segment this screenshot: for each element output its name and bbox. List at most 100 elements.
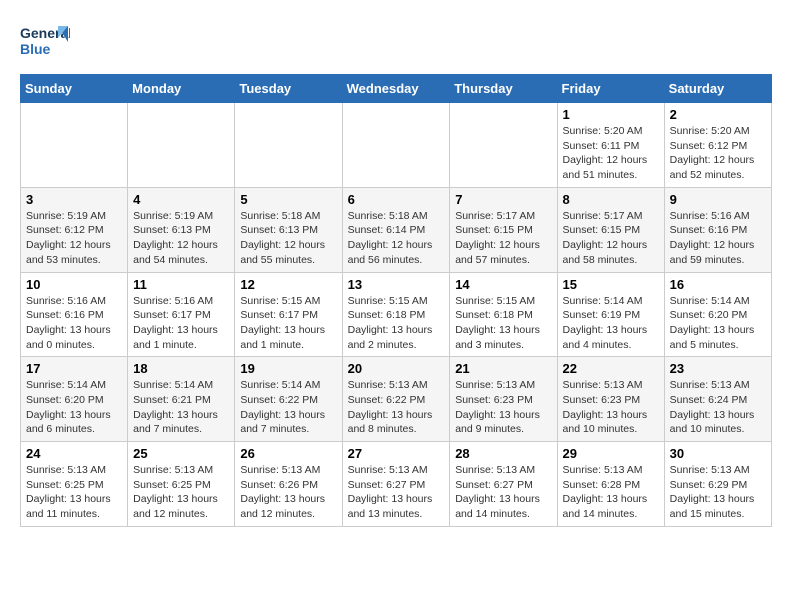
- day-info: Sunrise: 5:15 AM Sunset: 6:17 PM Dayligh…: [240, 294, 336, 353]
- calendar-cell: 5Sunrise: 5:18 AM Sunset: 6:13 PM Daylig…: [235, 187, 342, 272]
- day-number: 2: [670, 107, 766, 122]
- calendar-week-row: 17 Sunrise: 5:14 AM Sunset: 6:20 PM Dayli…: [21, 357, 772, 442]
- weekday-header: Wednesday: [342, 75, 450, 103]
- day-info: Sunrise: 5:14 AM Sunset: 6:20 PM Dayligh…: [26, 378, 122, 437]
- day-number: 23: [670, 361, 766, 376]
- calendar-cell: 23 Sunrise: 5:13 AM Sunset: 6:24 PM Dayli…: [664, 357, 771, 442]
- day-number: 18: [133, 361, 229, 376]
- calendar-week-row: 1 Sunrise: 5:20 AM Sunset: 6:11 PM Daylig…: [21, 103, 772, 188]
- day-number: 9: [670, 192, 766, 207]
- day-number: 20: [348, 361, 445, 376]
- day-number: 16: [670, 277, 766, 292]
- calendar-cell: 6 Sunrise: 5:18 AM Sunset: 6:14 PM Daylig…: [342, 187, 450, 272]
- calendar: SundayMondayTuesdayWednesdayThursdayFrid…: [20, 74, 772, 527]
- calendar-cell: 19 Sunrise: 5:14 AM Sunset: 6:22 PM Dayli…: [235, 357, 342, 442]
- day-number: 8: [563, 192, 659, 207]
- calendar-cell: 27 Sunrise: 5:13 AM Sunset: 6:27 PM Dayli…: [342, 442, 450, 527]
- day-info: Sunrise: 5:17 AM Sunset: 6:15 PM Dayligh…: [563, 209, 659, 268]
- calendar-cell: 26Sunrise: 5:13 AM Sunset: 6:26 PM Dayli…: [235, 442, 342, 527]
- day-number: 19: [240, 361, 336, 376]
- day-number: 15: [563, 277, 659, 292]
- day-info: Sunrise: 5:14 AM Sunset: 6:20 PM Dayligh…: [670, 294, 766, 353]
- calendar-cell: 3Sunrise: 5:19 AM Sunset: 6:12 PM Daylig…: [21, 187, 128, 272]
- day-number: 21: [455, 361, 551, 376]
- calendar-cell: 8 Sunrise: 5:17 AM Sunset: 6:15 PM Daylig…: [557, 187, 664, 272]
- day-number: 27: [348, 446, 445, 461]
- calendar-cell: 11 Sunrise: 5:16 AM Sunset: 6:17 PM Dayli…: [128, 272, 235, 357]
- day-number: 26: [240, 446, 336, 461]
- logo-svg: GeneralBlue: [20, 20, 70, 64]
- day-info: Sunrise: 5:20 AM Sunset: 6:12 PM Dayligh…: [670, 124, 766, 183]
- day-info: Sunrise: 5:16 AM Sunset: 6:16 PM Dayligh…: [26, 294, 122, 353]
- calendar-cell: [342, 103, 450, 188]
- calendar-cell: [21, 103, 128, 188]
- day-number: 13: [348, 277, 445, 292]
- calendar-cell: [235, 103, 342, 188]
- calendar-cell: 22Sunrise: 5:13 AM Sunset: 6:23 PM Dayli…: [557, 357, 664, 442]
- calendar-cell: 13 Sunrise: 5:15 AM Sunset: 6:18 PM Dayli…: [342, 272, 450, 357]
- day-info: Sunrise: 5:14 AM Sunset: 6:21 PM Dayligh…: [133, 378, 229, 437]
- day-number: 14: [455, 277, 551, 292]
- day-number: 5: [240, 192, 336, 207]
- calendar-cell: 2 Sunrise: 5:20 AM Sunset: 6:12 PM Daylig…: [664, 103, 771, 188]
- day-info: Sunrise: 5:13 AM Sunset: 6:27 PM Dayligh…: [348, 463, 445, 522]
- day-info: Sunrise: 5:14 AM Sunset: 6:22 PM Dayligh…: [240, 378, 336, 437]
- calendar-cell: 7 Sunrise: 5:17 AM Sunset: 6:15 PM Daylig…: [450, 187, 557, 272]
- calendar-cell: 10 Sunrise: 5:16 AM Sunset: 6:16 PM Dayli…: [21, 272, 128, 357]
- day-info: Sunrise: 5:13 AM Sunset: 6:24 PM Dayligh…: [670, 378, 766, 437]
- calendar-cell: 12 Sunrise: 5:15 AM Sunset: 6:17 PM Dayli…: [235, 272, 342, 357]
- calendar-cell: 29Sunrise: 5:13 AM Sunset: 6:28 PM Dayli…: [557, 442, 664, 527]
- weekday-header: Sunday: [21, 75, 128, 103]
- day-number: 17: [26, 361, 122, 376]
- day-info: Sunrise: 5:13 AM Sunset: 6:23 PM Dayligh…: [455, 378, 551, 437]
- day-info: Sunrise: 5:13 AM Sunset: 6:25 PM Dayligh…: [133, 463, 229, 522]
- day-number: 22: [563, 361, 659, 376]
- day-number: 3: [26, 192, 122, 207]
- day-number: 7: [455, 192, 551, 207]
- day-info: Sunrise: 5:13 AM Sunset: 6:29 PM Dayligh…: [670, 463, 766, 522]
- day-info: Sunrise: 5:17 AM Sunset: 6:15 PM Dayligh…: [455, 209, 551, 268]
- day-info: Sunrise: 5:13 AM Sunset: 6:27 PM Dayligh…: [455, 463, 551, 522]
- weekday-header: Tuesday: [235, 75, 342, 103]
- calendar-cell: 17 Sunrise: 5:14 AM Sunset: 6:20 PM Dayli…: [21, 357, 128, 442]
- calendar-cell: 20 Sunrise: 5:13 AM Sunset: 6:22 PM Dayli…: [342, 357, 450, 442]
- calendar-cell: 15 Sunrise: 5:14 AM Sunset: 6:19 PM Dayli…: [557, 272, 664, 357]
- day-info: Sunrise: 5:19 AM Sunset: 6:13 PM Dayligh…: [133, 209, 229, 268]
- day-number: 12: [240, 277, 336, 292]
- svg-text:Blue: Blue: [20, 41, 51, 57]
- calendar-week-row: 3Sunrise: 5:19 AM Sunset: 6:12 PM Daylig…: [21, 187, 772, 272]
- calendar-week-row: 24 Sunrise: 5:13 AM Sunset: 6:25 PM Dayli…: [21, 442, 772, 527]
- day-info: Sunrise: 5:16 AM Sunset: 6:17 PM Dayligh…: [133, 294, 229, 353]
- day-number: 30: [670, 446, 766, 461]
- day-number: 1: [563, 107, 659, 122]
- day-number: 10: [26, 277, 122, 292]
- day-number: 4: [133, 192, 229, 207]
- weekday-header: Thursday: [450, 75, 557, 103]
- day-number: 25: [133, 446, 229, 461]
- day-info: Sunrise: 5:16 AM Sunset: 6:16 PM Dayligh…: [670, 209, 766, 268]
- header: GeneralBlue: [20, 20, 772, 64]
- day-info: Sunrise: 5:20 AM Sunset: 6:11 PM Dayligh…: [563, 124, 659, 183]
- calendar-cell: 1 Sunrise: 5:20 AM Sunset: 6:11 PM Daylig…: [557, 103, 664, 188]
- day-info: Sunrise: 5:13 AM Sunset: 6:22 PM Dayligh…: [348, 378, 445, 437]
- calendar-cell: 14 Sunrise: 5:15 AM Sunset: 6:18 PM Dayli…: [450, 272, 557, 357]
- calendar-cell: 24Sunrise: 5:13 AM Sunset: 6:25 PM Dayli…: [21, 442, 128, 527]
- calendar-cell: [450, 103, 557, 188]
- calendar-cell: 21 Sunrise: 5:13 AM Sunset: 6:23 PM Dayli…: [450, 357, 557, 442]
- day-number: 28: [455, 446, 551, 461]
- day-info: Sunrise: 5:14 AM Sunset: 6:19 PM Dayligh…: [563, 294, 659, 353]
- calendar-cell: [128, 103, 235, 188]
- day-info: Sunrise: 5:15 AM Sunset: 6:18 PM Dayligh…: [348, 294, 445, 353]
- calendar-cell: 9 Sunrise: 5:16 AM Sunset: 6:16 PM Daylig…: [664, 187, 771, 272]
- calendar-cell: 28 Sunrise: 5:13 AM Sunset: 6:27 PM Dayli…: [450, 442, 557, 527]
- calendar-week-row: 10 Sunrise: 5:16 AM Sunset: 6:16 PM Dayli…: [21, 272, 772, 357]
- day-number: 6: [348, 192, 445, 207]
- weekday-header-row: SundayMondayTuesdayWednesdayThursdayFrid…: [21, 75, 772, 103]
- day-info: Sunrise: 5:15 AM Sunset: 6:18 PM Dayligh…: [455, 294, 551, 353]
- day-info: Sunrise: 5:18 AM Sunset: 6:14 PM Dayligh…: [348, 209, 445, 268]
- day-number: 11: [133, 277, 229, 292]
- weekday-header: Monday: [128, 75, 235, 103]
- calendar-cell: 30 Sunrise: 5:13 AM Sunset: 6:29 PM Dayli…: [664, 442, 771, 527]
- day-number: 24: [26, 446, 122, 461]
- calendar-cell: 25 Sunrise: 5:13 AM Sunset: 6:25 PM Dayli…: [128, 442, 235, 527]
